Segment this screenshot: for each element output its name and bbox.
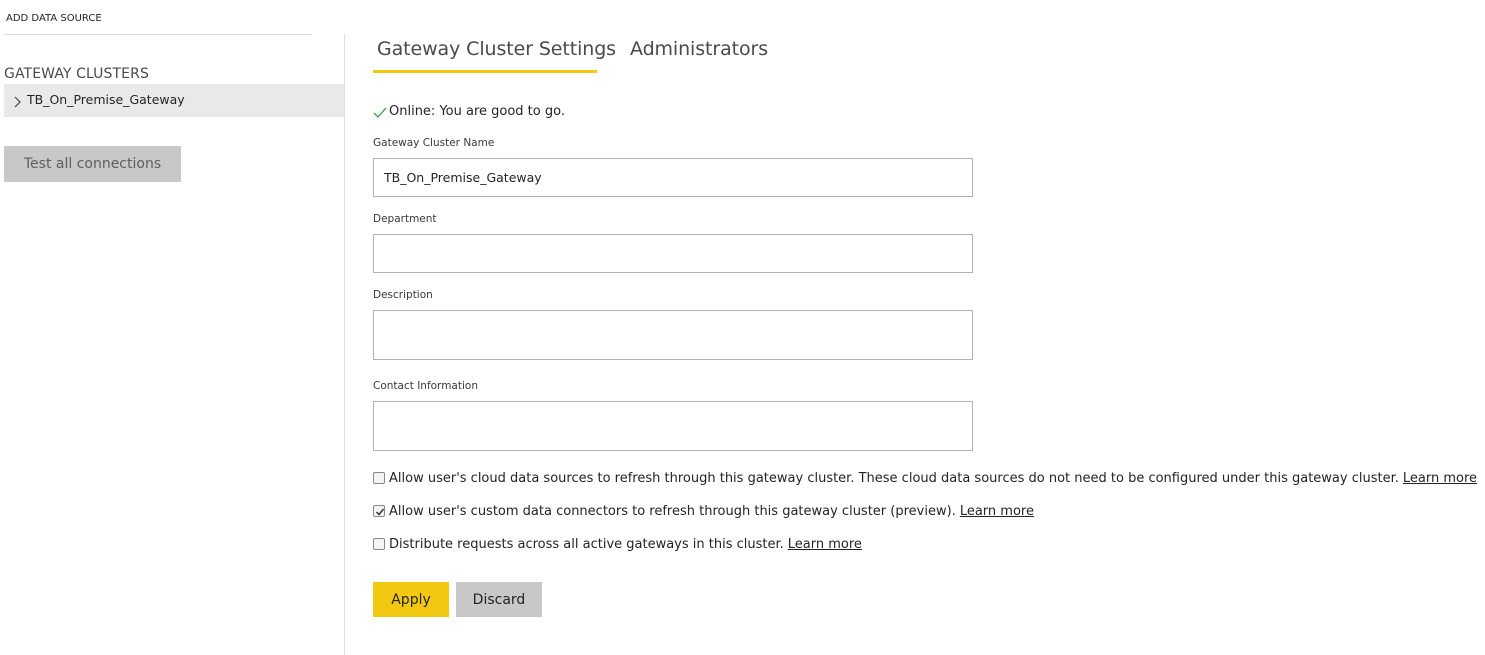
cluster-name-input[interactable] xyxy=(373,158,973,197)
tab-gateway-cluster-settings[interactable]: Gateway Cluster Settings xyxy=(377,38,616,60)
left-divider xyxy=(4,34,312,35)
custom-connectors-text: Allow user's custom data connectors to r… xyxy=(389,504,956,519)
add-data-source-link[interactable]: ADD DATA SOURCE xyxy=(6,13,102,24)
apply-button[interactable]: Apply xyxy=(373,582,449,617)
cluster-name-label: Gateway Cluster Name xyxy=(373,137,495,149)
status-text: Online: You are good to go. xyxy=(389,104,565,119)
cloud-refresh-learn-more-link[interactable]: Learn more xyxy=(1403,471,1477,486)
distribute-requests-text: Distribute requests across all active ga… xyxy=(389,537,784,552)
distribute-requests-checkbox[interactable] xyxy=(373,538,385,550)
active-tab-indicator xyxy=(373,70,597,73)
cloud-refresh-text: Allow user's cloud data sources to refre… xyxy=(389,471,1399,486)
gateway-settings-page: ADD DATA SOURCE GATEWAY CLUSTERS TB_On_P… xyxy=(0,0,1485,655)
gateway-clusters-heading: GATEWAY CLUSTERS xyxy=(4,66,149,82)
discard-button[interactable]: Discard xyxy=(456,582,542,617)
tab-administrators[interactable]: Administrators xyxy=(630,38,768,60)
checkbox-checkmark-icon xyxy=(375,508,385,516)
test-all-connections-button[interactable]: Test all connections xyxy=(4,146,181,182)
panel-divider xyxy=(344,34,345,655)
distribute-requests-learn-more-link[interactable]: Learn more xyxy=(788,537,862,552)
custom-connectors-checkbox[interactable] xyxy=(373,505,385,517)
left-panel: ADD DATA SOURCE GATEWAY CLUSTERS TB_On_P… xyxy=(0,0,344,655)
contact-information-label: Contact Information xyxy=(373,380,478,392)
checkmark-icon xyxy=(373,104,387,119)
cloud-refresh-checkbox[interactable] xyxy=(373,472,385,484)
contact-information-textarea[interactable] xyxy=(373,401,973,451)
department-label: Department xyxy=(373,213,437,225)
description-label: Description xyxy=(373,289,433,301)
cluster-item-label: TB_On_Premise_Gateway xyxy=(27,92,185,107)
custom-connectors-learn-more-link[interactable]: Learn more xyxy=(960,504,1034,519)
cluster-item-tb-on-premise-gateway[interactable]: TB_On_Premise_Gateway xyxy=(4,84,344,117)
description-textarea[interactable] xyxy=(373,310,973,360)
chevron-right-icon xyxy=(12,94,24,108)
department-input[interactable] xyxy=(373,234,973,273)
